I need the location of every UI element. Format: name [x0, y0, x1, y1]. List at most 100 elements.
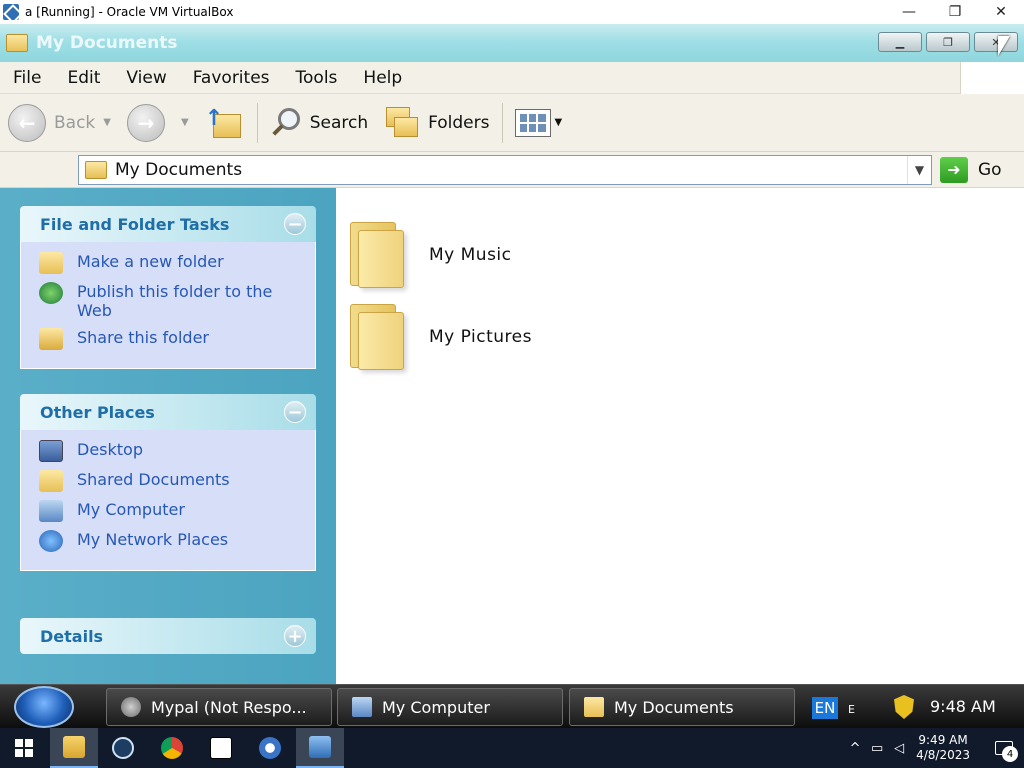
folder-content-view: My Music My Pictures — [336, 188, 1024, 684]
host-clock[interactable]: 9:49 AM 4/8/2023 — [916, 733, 970, 763]
menu-favorites[interactable]: Favorites — [180, 68, 283, 88]
make-new-folder-link[interactable]: Make a new folder — [39, 252, 315, 274]
qt-app-taskbar-button[interactable] — [99, 728, 147, 768]
window-title: My Documents — [36, 33, 178, 53]
menu-tools[interactable]: Tools — [283, 68, 351, 88]
notification-count-badge: 4 — [1002, 746, 1018, 762]
file-explorer-icon — [63, 736, 85, 758]
folder-label: My Music — [429, 245, 512, 265]
virtualbox-taskbar-button[interactable] — [296, 728, 344, 768]
shared-documents-link[interactable]: Shared Documents — [39, 470, 315, 492]
collapse-icon[interactable]: − — [284, 213, 306, 235]
folders-button[interactable]: Folders — [376, 94, 497, 152]
back-button[interactable]: ← Back ▼ — [0, 94, 119, 152]
toolbar-separator — [256, 102, 258, 143]
address-bar: My Documents ▼ ➜ Go — [0, 152, 1024, 188]
menu-help[interactable]: Help — [350, 68, 415, 88]
7zip-taskbar-button[interactable] — [197, 728, 245, 768]
folders-icon — [384, 105, 420, 141]
expand-icon[interactable]: + — [284, 625, 306, 647]
details-title: Details — [40, 626, 104, 646]
computer-icon — [39, 500, 63, 522]
mouse-cursor-icon — [998, 36, 1010, 56]
folder-item-my-pictures[interactable]: My Pictures — [348, 302, 532, 372]
desktop-link[interactable]: Desktop — [39, 440, 315, 462]
notification-center-button[interactable]: 4 — [984, 728, 1024, 768]
standard-toolbar: ← Back ▼ → ▼ ↑ Search Folders ▼ — [0, 94, 1024, 152]
security-shield-icon[interactable] — [894, 695, 914, 719]
virtualbox-title: a [Running] - Oracle VM VirtualBox — [25, 5, 234, 19]
views-dropdown-icon: ▼ — [554, 117, 563, 128]
file-folder-tasks-header[interactable]: File and Folder Tasks − — [20, 206, 316, 242]
host-close-button[interactable]: ✕ — [978, 0, 1024, 24]
minimize-button[interactable]: ▁ — [878, 32, 922, 52]
chevron-up-icon[interactable]: ^ — [844, 741, 866, 756]
guest-taskbar: Mypal (Not Respo... My Computer My Docum… — [0, 684, 1024, 728]
address-dropdown-icon[interactable]: ▼ — [907, 155, 931, 184]
my-network-places-label: My Network Places — [77, 530, 229, 549]
go-button[interactable]: ➜ Go — [940, 156, 1002, 183]
windows-logo-icon — [15, 739, 33, 757]
toolbar-separator — [501, 102, 503, 143]
windows-start-button[interactable] — [0, 728, 48, 768]
other-places-panel: Other Places − Desktop Shared Documents … — [20, 394, 316, 571]
volume-icon[interactable]: ◁ — [888, 741, 910, 756]
up-folder-button[interactable]: ↑ — [197, 94, 253, 152]
host-minimize-button[interactable]: — — [886, 0, 932, 24]
restore-button[interactable]: ❐ — [926, 32, 970, 52]
my-computer-link[interactable]: My Computer — [39, 500, 315, 522]
network-app-taskbar-button[interactable] — [246, 728, 294, 768]
folder-item-my-music[interactable]: My Music — [348, 220, 512, 290]
host-date: 4/8/2023 — [916, 748, 970, 762]
explorer-window: My Documents ▁ ❐ ✕ File Edit View Favori… — [0, 24, 1024, 684]
share-folder-link[interactable]: Share this folder — [39, 328, 315, 350]
make-new-folder-label: Make a new folder — [77, 252, 224, 271]
language-indicator[interactable]: EN — [812, 697, 838, 719]
address-input[interactable]: My Documents ▼ — [78, 154, 932, 185]
taskbar-item-my-computer[interactable]: My Computer — [337, 688, 563, 726]
folder-label: My Pictures — [429, 327, 532, 347]
views-button[interactable]: ▼ — [507, 94, 571, 152]
task-pane: File and Folder Tasks − Make a new folde… — [0, 188, 336, 684]
chrome-icon — [161, 737, 183, 759]
file-explorer-taskbar-button[interactable] — [50, 728, 98, 768]
window-title-bar[interactable]: My Documents ▁ ❐ ✕ — [0, 24, 1024, 62]
shared-documents-icon — [39, 470, 63, 492]
address-value: My Documents — [115, 159, 243, 180]
go-arrow-icon: ➜ — [940, 156, 968, 183]
network-places-icon — [39, 530, 63, 552]
forward-dropdown-icon[interactable]: ▼ — [181, 117, 189, 128]
start-orb-button[interactable] — [14, 686, 74, 728]
forward-button[interactable]: → ▼ — [119, 94, 197, 152]
other-places-header[interactable]: Other Places − — [20, 394, 316, 430]
details-header[interactable]: Details + — [20, 618, 316, 654]
menu-file[interactable]: File — [0, 68, 54, 88]
menu-edit[interactable]: Edit — [54, 68, 113, 88]
network-icon[interactable]: ▭ — [866, 741, 888, 756]
other-places-list: Desktop Shared Documents My Computer My … — [20, 430, 316, 571]
back-dropdown-icon[interactable]: ▼ — [103, 117, 111, 128]
collapse-icon[interactable]: − — [284, 401, 306, 423]
taskbar-item-my-documents[interactable]: My Documents — [569, 688, 795, 726]
new-folder-icon — [39, 252, 63, 274]
my-network-places-link[interactable]: My Network Places — [39, 530, 315, 552]
close-button[interactable]: ✕ — [974, 32, 1018, 52]
up-folder-icon: ↑ — [205, 106, 241, 140]
mypal-icon — [121, 697, 141, 717]
file-folder-tasks-panel: File and Folder Tasks − Make a new folde… — [20, 206, 316, 369]
publish-folder-link[interactable]: Publish this folder to the Web — [39, 282, 315, 320]
network-app-icon — [259, 737, 281, 759]
globe-icon — [39, 282, 63, 304]
taskbar-item-label: My Computer — [382, 697, 490, 717]
search-button[interactable]: Search — [262, 94, 376, 152]
taskbar-item-mypal[interactable]: Mypal (Not Respo... — [106, 688, 332, 726]
host-maximize-button[interactable]: ❐ — [932, 0, 978, 24]
virtualbox-title-bar: a [Running] - Oracle VM VirtualBox — ❐ ✕ — [0, 0, 1024, 24]
menu-view[interactable]: View — [113, 68, 179, 88]
search-icon — [270, 106, 302, 140]
chrome-taskbar-button[interactable] — [148, 728, 196, 768]
back-label: Back — [54, 112, 96, 133]
virtualbox-icon — [3, 4, 19, 20]
guest-clock[interactable]: 9:48 AM — [930, 697, 996, 716]
details-panel: Details + — [20, 618, 316, 654]
